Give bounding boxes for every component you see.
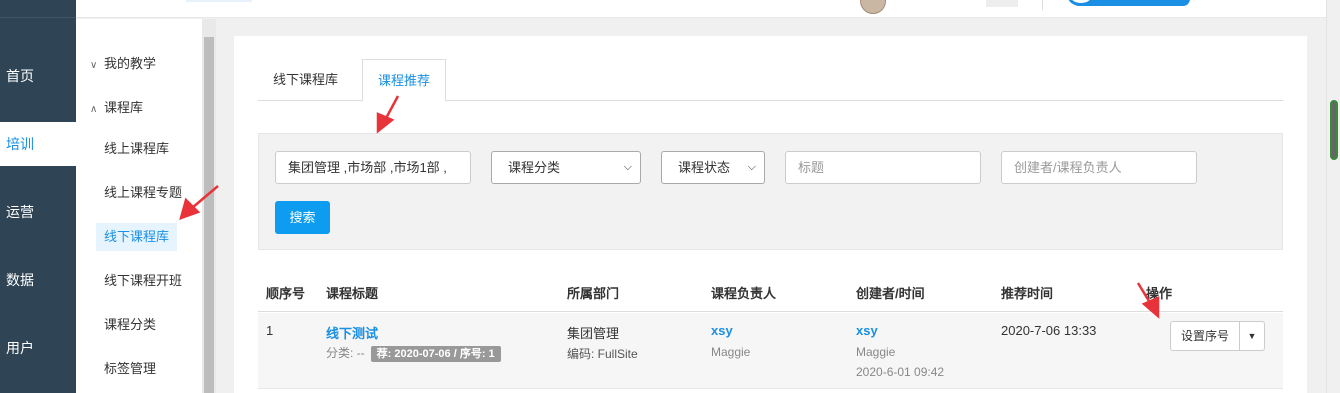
- arrow-head: [376, 112, 395, 134]
- arrow-head: [1141, 296, 1160, 319]
- arrow-head: [179, 197, 201, 220]
- arrow-to-offline-library: [191, 185, 219, 209]
- annotation-arrows: [179, 95, 1160, 319]
